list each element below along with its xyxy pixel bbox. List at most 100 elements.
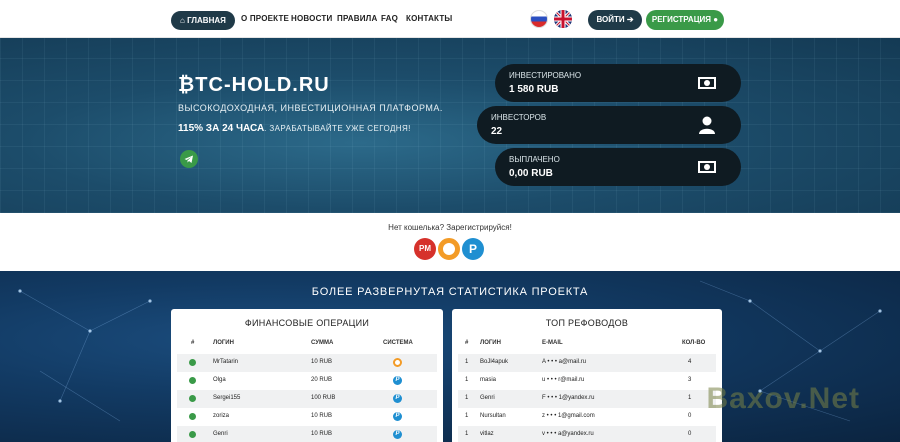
- row-num: 1: [465, 359, 469, 365]
- row-email: v • • • a@yandex.ru: [542, 431, 594, 437]
- row-amount: 10 RUB: [311, 359, 333, 365]
- col-count: КОЛ-ВО: [682, 340, 706, 346]
- finance-panel: ФИНАНСОВЫЕ ОПЕРАЦИИ # ЛОГИН СУММА СИСТЕМ…: [171, 309, 443, 442]
- col-amount: СУММА: [311, 340, 334, 346]
- row-login: Nursultan: [480, 413, 506, 419]
- referrers-title: ТОП РЕФОВОДОВ: [545, 318, 629, 328]
- login-label: ВОЙТИ: [596, 15, 625, 24]
- telegram-icon[interactable]: [180, 150, 198, 168]
- payeer-icon: P: [393, 412, 402, 421]
- hero-section: ₿TC-HOLD.RU ВЫСОКОДОХОДНАЯ, ИНВЕСТИЦИОНН…: [0, 38, 900, 213]
- row-login: Genri: [480, 395, 495, 401]
- perfect-money-icon[interactable]: PM: [414, 238, 436, 260]
- money-icon: [697, 73, 717, 93]
- row-amount: 100 RUB: [311, 395, 336, 401]
- wallet-section: Нет кошелька? Зарегистрируйся! PM P: [0, 213, 900, 271]
- stats-title: БОЛЕЕ РАЗВЕРНУТАЯ СТАТИСТИКА ПРОЕКТА: [311, 286, 589, 298]
- hero-rate: 115% ЗА 24 ЧАСА. ЗАРАБАТЫВАЙТЕ УЖЕ СЕГОД…: [178, 123, 411, 134]
- stat-label: ИНВЕСТОРОВ: [491, 113, 547, 122]
- user-icon: [697, 115, 717, 135]
- top-referrers-panel: ТОП РЕФОВОДОВ # ЛОГИН E-MAIL КОЛ-ВО 1 Bo…: [452, 309, 722, 442]
- russian-flag-icon[interactable]: [530, 10, 548, 28]
- hero-rate-rest: . ЗАРАБАТЫВАЙТЕ УЖЕ СЕГОДНЯ!: [264, 124, 411, 133]
- hero-subtitle: ВЫСОКОДОХОДНАЯ, ИНВЕСТИЦИОННАЯ ПЛАТФОРМА…: [178, 103, 443, 113]
- row-count: 4: [688, 359, 692, 365]
- deposit-icon: [189, 413, 196, 422]
- nav-link-faq[interactable]: FAQ: [381, 14, 398, 23]
- row-count: 0: [688, 431, 692, 437]
- col-login: ЛОГИН: [480, 340, 501, 346]
- login-button[interactable]: ВОЙТИ ➔: [588, 10, 642, 30]
- nav-link-about[interactable]: О ПРОЕКТЕ: [241, 14, 289, 23]
- referrers-table-body: 1 BoJl4apuk A • • • a@mail.ru 4 1 masia …: [458, 354, 716, 442]
- payeer-icon: P: [393, 376, 402, 385]
- table-row: zoriza 10 RUB P: [177, 408, 437, 426]
- row-login: Olga: [213, 377, 226, 383]
- col-system: СИСТЕМА: [383, 340, 413, 346]
- col-num: #: [191, 340, 195, 346]
- payeer-icon[interactable]: P: [462, 238, 484, 260]
- qiwi-icon[interactable]: [438, 238, 460, 260]
- stat-card-paid: ВЫПЛАЧЕНО 0,00 RUB: [495, 148, 741, 186]
- nav-link-rules[interactable]: ПРАВИЛА: [337, 14, 377, 23]
- row-amount: 20 RUB: [311, 377, 333, 383]
- english-flag-icon[interactable]: [554, 10, 572, 28]
- register-button[interactable]: РЕГИСТРАЦИЯ ●: [646, 10, 724, 30]
- row-email: F • • • 1@yandex.ru: [542, 395, 595, 401]
- finance-table-body: MrTatarin 10 RUB Olga 20 RUB P Sergei155…: [177, 354, 437, 442]
- row-login: MrTatarin: [213, 359, 239, 365]
- nav-link-contacts[interactable]: КОНТАКТЫ: [406, 14, 452, 23]
- row-num: 1: [465, 413, 469, 419]
- col-login: ЛОГИН: [213, 340, 234, 346]
- col-email: E-MAIL: [542, 340, 563, 346]
- table-row: 1 masia u • • • r@mail.ru 3: [458, 372, 716, 390]
- row-email: z • • • 1@gmail.com: [542, 413, 595, 419]
- row-email: A • • • a@mail.ru: [542, 359, 587, 365]
- table-row: 1 Nursultan z • • • 1@gmail.com 0: [458, 408, 716, 426]
- row-login: masia: [480, 377, 497, 383]
- table-row: 1 BoJl4apuk A • • • a@mail.ru 4: [458, 354, 716, 372]
- col-num: #: [465, 340, 469, 346]
- row-count: 3: [688, 377, 692, 383]
- row-count: 1: [688, 395, 692, 401]
- stat-card-invested: ИНВЕСТИРОВАНО 1 580 RUB: [495, 64, 741, 102]
- table-row: Genri 10 RUB P: [177, 426, 437, 442]
- top-navbar: ⌂ ГЛАВНАЯ О ПРОЕКТЕ НОВОСТИ ПРАВИЛА FAQ …: [0, 0, 900, 38]
- watermark: Baxov.Net: [706, 382, 860, 415]
- row-amount: 10 RUB: [311, 431, 333, 437]
- row-login: Sergei155: [213, 395, 241, 401]
- qiwi-icon: [393, 358, 402, 369]
- row-num: 1: [465, 431, 469, 437]
- money-icon: [697, 157, 717, 177]
- stat-card-investors: ИНВЕСТОРОВ 22: [477, 106, 741, 144]
- deposit-icon: [189, 431, 196, 440]
- stat-value: 1 580 RUB: [509, 84, 559, 95]
- hero-rate-bold: 115% ЗА 24 ЧАСА: [178, 123, 265, 134]
- stat-value: 0,00 RUB: [509, 168, 553, 179]
- table-row: Olga 20 RUB P: [177, 372, 437, 390]
- row-num: 1: [465, 377, 469, 383]
- nav-home-button[interactable]: ⌂ ГЛАВНАЯ: [171, 11, 235, 30]
- table-row: 1 vitlaz v • • • a@yandex.ru 0: [458, 426, 716, 442]
- row-login: vitlaz: [480, 431, 494, 437]
- stat-value: 22: [491, 126, 503, 137]
- wallet-prompt: Нет кошелька? Зарегистрируйся!: [388, 223, 512, 232]
- stats-section: БОЛЕЕ РАЗВЕРНУТАЯ СТАТИСТИКА ПРОЕКТА ФИН…: [0, 271, 900, 442]
- deposit-icon: [189, 395, 196, 404]
- finance-table-header: # ЛОГИН СУММА СИСТЕМА: [177, 337, 437, 349]
- nav-link-news[interactable]: НОВОСТИ: [291, 14, 332, 23]
- row-amount: 10 RUB: [311, 413, 333, 419]
- register-label: РЕГИСТРАЦИЯ: [651, 15, 712, 24]
- table-row: MrTatarin 10 RUB: [177, 354, 437, 372]
- table-row: Sergei155 100 RUB P: [177, 390, 437, 408]
- stat-label: ИНВЕСТИРОВАНО: [509, 71, 582, 80]
- row-num: 1: [465, 395, 469, 401]
- payeer-icon: P: [393, 394, 402, 403]
- referrers-table-header: # ЛОГИН E-MAIL КОЛ-ВО: [458, 337, 716, 349]
- row-login: BoJl4apuk: [480, 359, 509, 365]
- stat-label: ВЫПЛАЧЕНО: [509, 155, 560, 164]
- row-email: u • • • r@mail.ru: [542, 377, 585, 383]
- deposit-icon: [189, 377, 196, 386]
- row-login: Genri: [213, 431, 228, 437]
- row-login: zoriza: [213, 413, 230, 419]
